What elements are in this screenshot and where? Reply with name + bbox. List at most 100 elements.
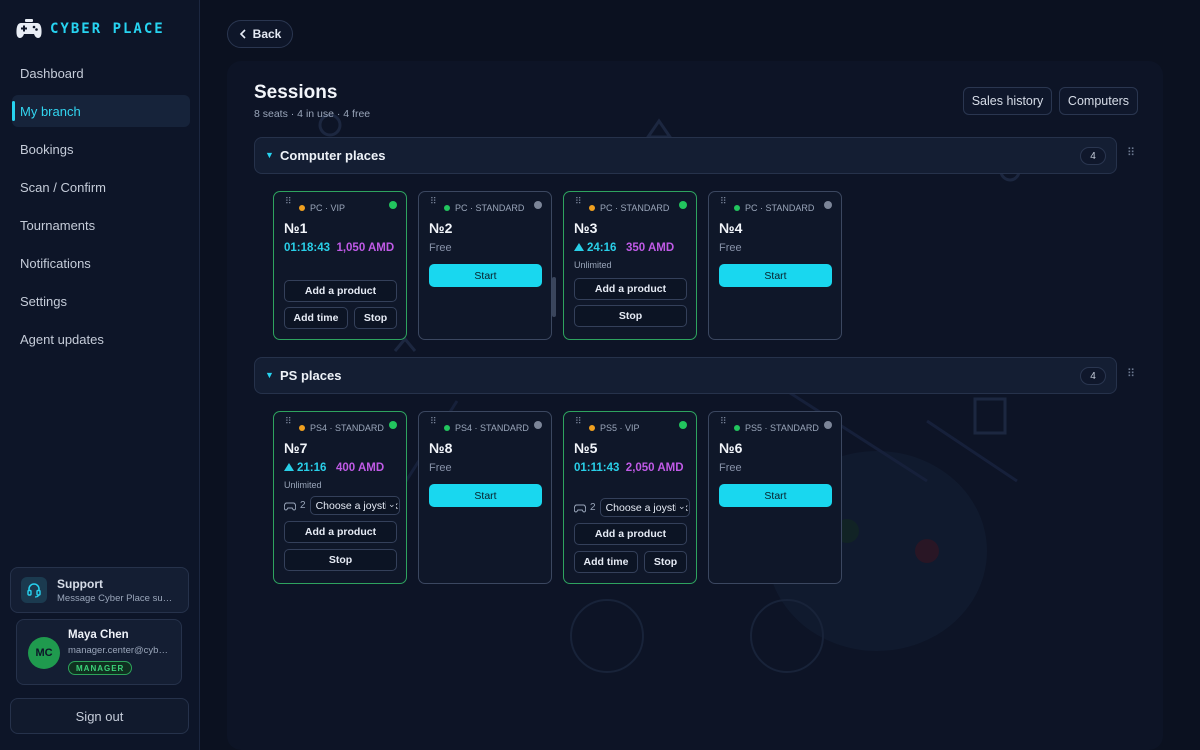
section-computer-places[interactable]: ▼ Computer places 4 (254, 137, 1117, 174)
add-product-button[interactable]: Add a product (574, 278, 687, 300)
status-dot (824, 421, 832, 429)
sidebar: CYBER PLACE Dashboard My branch Bookings… (0, 0, 200, 750)
seat-card-ps-6: ⠿ PS5 · STANDARD №6 Free Start (708, 411, 842, 584)
stop-button[interactable]: Stop (574, 305, 687, 327)
start-button[interactable]: Start (429, 484, 542, 507)
session-price: 350 AMD (626, 242, 675, 254)
tier-dot (734, 205, 740, 211)
tier-dot (299, 205, 305, 211)
gamepad-icon (16, 19, 42, 38)
start-button[interactable]: Start (719, 484, 832, 507)
support-card[interactable]: Support Message Cyber Place support (10, 567, 189, 613)
headset-icon (21, 577, 47, 603)
seat-type-label: PS4 · STANDARD (310, 423, 384, 433)
session-price: 2,050 AMD (625, 462, 684, 474)
seat-type: PS4 · STANDARD (444, 423, 529, 433)
seat-type-label: PC · STANDARD (455, 203, 525, 213)
seat-card-ps-7: ⠿ PS4 · STANDARD №7 21:16 400 AMD Unlimi… (273, 411, 407, 584)
seat-type-label: PC · STANDARD (600, 203, 670, 213)
session-mode: Unlimited (284, 480, 322, 490)
sidebar-nav: Dashboard My branch Bookings Scan / Conf… (12, 57, 190, 361)
drag-handle-icon[interactable]: ⠿ (720, 197, 727, 206)
stop-button[interactable]: Stop (284, 549, 397, 571)
status-dot (534, 421, 542, 429)
sidebar-item-tournaments[interactable]: Tournaments (12, 209, 190, 241)
session-info: 01:11:43 2,050 AMD (574, 460, 690, 476)
back-label: Back (252, 27, 282, 41)
seat-status: Free (429, 242, 452, 254)
sidebar-item-dashboard[interactable]: Dashboard (12, 57, 190, 89)
stop-button[interactable]: Stop (644, 551, 687, 573)
seat-type: PC · STANDARD (734, 203, 814, 213)
chevron-down-icon: ⌄ (676, 501, 686, 512)
drag-handle-icon[interactable]: ⠿ (720, 417, 727, 426)
user-email: manager.center@cyberplace.am (68, 645, 172, 656)
seat-type: PS5 · STANDARD (734, 423, 819, 433)
avatar: MC (28, 637, 60, 669)
tier-dot (589, 425, 595, 431)
stop-button[interactable]: Stop (354, 307, 397, 329)
joystick-count: 2 (590, 502, 596, 513)
add-time-button[interactable]: Add time (284, 307, 348, 329)
gamepad-icon (284, 502, 296, 511)
seat-type: PS4 · STANDARD (299, 423, 384, 433)
drag-handle-icon[interactable]: ⠿ (430, 417, 437, 426)
sign-out-button[interactable]: Sign out (10, 698, 189, 734)
seat-type: PC · VIP (299, 203, 345, 213)
seat-number: №8 (429, 440, 453, 456)
sidebar-item-bookings[interactable]: Bookings (12, 133, 190, 165)
seat-type-label: PC · STANDARD (745, 203, 815, 213)
status-dot (824, 201, 832, 209)
seat-type: PC · STANDARD (589, 203, 669, 213)
seat-type-label: PS5 · VIP (600, 423, 640, 433)
session-info: 24:16 350 AMD (574, 240, 690, 256)
chevron-down-icon: ⌄ (386, 499, 396, 510)
seat-card-pc-1: ⠿ PC · VIP №1 01:18:43 1,050 AMD Add a p… (273, 191, 407, 340)
role-badge: MANAGER (68, 661, 133, 675)
section-ps-places[interactable]: ▼ PS places 4 (254, 357, 1117, 394)
start-button[interactable]: Start (719, 264, 832, 287)
scrollbar[interactable] (552, 277, 556, 317)
joystick-select[interactable]: Choose a joystick ⌄ (309, 496, 400, 515)
caret-down-icon[interactable]: ▼ (265, 150, 274, 160)
sidebar-item-scan-confirm[interactable]: Scan / Confirm (12, 171, 190, 203)
support-title: Support (57, 576, 103, 591)
add-product-button[interactable]: Add a product (284, 521, 397, 543)
joystick-select[interactable]: Choose a joystick ⌄ (599, 498, 690, 517)
start-button[interactable]: Start (429, 264, 542, 287)
sidebar-item-my-branch[interactable]: My branch (12, 95, 190, 127)
add-product-button[interactable]: Add a product (284, 280, 397, 302)
drag-handle-icon[interactable]: ⠿ (575, 417, 582, 426)
add-time-button[interactable]: Add time (574, 551, 638, 573)
drag-handle-icon[interactable]: ⠿ (430, 197, 437, 206)
seat-card-ps-8: ⠿ PS4 · STANDARD №8 Free Start (418, 411, 552, 584)
drag-handle-icon[interactable]: ⠿ (285, 417, 292, 426)
app-logo[interactable]: CYBER PLACE (16, 16, 165, 42)
seat-type: PS5 · VIP (589, 423, 640, 433)
caret-down-icon[interactable]: ▼ (265, 370, 274, 380)
drag-handle-icon[interactable]: ⠿ (285, 197, 292, 206)
seat-card-pc-2: ⠿ PC · STANDARD №2 Free Start (418, 191, 552, 340)
sidebar-item-notifications[interactable]: Notifications (12, 247, 190, 279)
drag-handle-icon[interactable]: ⠿ (575, 197, 582, 206)
session-time: 01:18:43 (284, 242, 331, 254)
sidebar-item-agent-updates[interactable]: Agent updates (12, 323, 190, 355)
sales-history-button[interactable]: Sales history (963, 87, 1052, 115)
sidebar-item-settings[interactable]: Settings (12, 285, 190, 317)
add-product-button[interactable]: Add a product (574, 523, 687, 545)
session-price: 400 AMD (336, 462, 385, 474)
status-dot (389, 421, 397, 429)
seat-number: №4 (719, 220, 743, 236)
drag-handle-icon[interactable]: ⠿ (1127, 369, 1135, 380)
user-card[interactable]: MC Maya Chen manager.center@cyberplace.a… (16, 619, 182, 685)
app-name: CYBER PLACE (50, 21, 165, 37)
back-button[interactable]: Back (227, 20, 293, 48)
tier-dot (444, 205, 450, 211)
status-dot (534, 201, 542, 209)
session-price: 1,050 AMD (336, 242, 395, 254)
user-name: Maya Chen (68, 629, 129, 641)
seat-number: №3 (574, 220, 598, 236)
computers-button[interactable]: Computers (1059, 87, 1138, 115)
drag-handle-icon[interactable]: ⠿ (1127, 148, 1135, 159)
seat-number: №2 (429, 220, 453, 236)
